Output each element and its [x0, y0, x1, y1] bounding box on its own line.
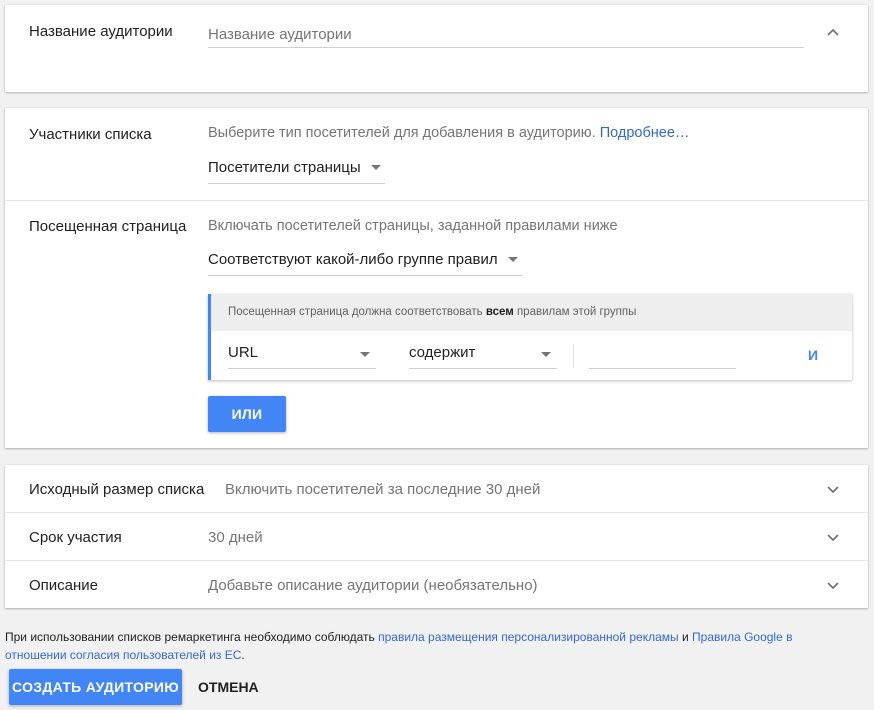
member-type-dropdown[interactable]: Посетители страницы [208, 159, 385, 184]
audience-rules-card: Участники списка Выберите тип посетителе… [5, 108, 868, 448]
description-label: Описание [29, 577, 99, 594]
members-hint-text: Выберите тип посетителей для добавления … [208, 125, 596, 141]
rule-group-header-bold: всем [485, 306, 514, 318]
section-divider [5, 200, 868, 201]
rule-field-value: URL [228, 344, 259, 361]
visited-page-label: Посещенная страница [29, 218, 187, 235]
visited-page-hint: Включать посетителей страницы, заданной … [208, 218, 618, 234]
dropdown-arrow-icon [360, 352, 370, 357]
members-hint: Выберите тип посетителей для добавления … [208, 125, 689, 141]
create-audience-button[interactable]: СОЗДАТЬ АУДИТОРИЮ [9, 669, 182, 705]
rule-match-value: Соответствуют какой-либо группе правил [208, 251, 498, 268]
rule-match-dropdown[interactable]: Соответствуют какой-либо группе правил [208, 251, 522, 276]
audience-name-card: Название аудитории [5, 5, 868, 92]
rule-field-dropdown[interactable]: URL [228, 344, 376, 369]
add-and-rule-button[interactable]: И [808, 347, 818, 363]
rule-separator [573, 344, 574, 368]
personalized-ads-policy-link[interactable]: правила размещения персонализированной р… [378, 630, 679, 644]
duration-label: Срок участия [29, 529, 122, 546]
expand-chevron-icon [827, 486, 839, 496]
learn-more-link[interactable]: Подробнее… [600, 125, 690, 141]
collapse-chevron-icon[interactable] [827, 28, 839, 38]
rule-group: Посещенная страница должна соответствова… [208, 294, 852, 380]
audience-settings-card: Исходный размер списка Включить посетите… [5, 465, 868, 608]
initial-size-value: Включить посетителей за последние 30 дне… [225, 481, 541, 498]
duration-value: 30 дней [208, 529, 263, 546]
rule-operator-value: содержит [409, 344, 476, 361]
rule-group-header: Посещенная страница должна соответствова… [211, 294, 852, 331]
add-or-group-button[interactable]: ИЛИ [208, 396, 286, 432]
initial-size-row[interactable]: Исходный размер списка Включить посетите… [5, 465, 868, 512]
dropdown-arrow-icon [507, 256, 518, 262]
rule-group-header-text-end: правилам этой группы [513, 306, 637, 318]
expand-chevron-icon [827, 582, 839, 592]
dropdown-arrow-icon [370, 164, 381, 170]
policy-text: При использовании списков ремаркетинга н… [5, 630, 379, 644]
initial-size-label: Исходный размер списка [29, 481, 205, 498]
policy-text-middle: и [678, 630, 693, 644]
policy-text-end: . [241, 648, 245, 662]
rule-group-header-text: Посещенная страница должна соответствова… [228, 306, 486, 318]
expand-chevron-icon [827, 534, 839, 544]
rule-operator-dropdown[interactable]: содержит [409, 344, 557, 369]
description-row[interactable]: Описание Добавьте описание аудитории (не… [5, 561, 868, 608]
dropdown-arrow-icon [541, 352, 551, 357]
policy-notice: При использовании списков ремаркетинга н… [5, 628, 825, 664]
member-type-value: Посетители страницы [208, 159, 361, 176]
audience-name-input[interactable] [208, 21, 804, 48]
rule-value-input[interactable] [589, 342, 736, 369]
members-label: Участники списка [29, 126, 152, 143]
duration-row[interactable]: Срок участия 30 дней [5, 513, 868, 560]
description-value: Добавьте описание аудитории (необязатель… [208, 577, 538, 594]
audience-name-label: Название аудитории [29, 23, 173, 40]
cancel-button[interactable]: ОТМЕНА [198, 679, 259, 695]
